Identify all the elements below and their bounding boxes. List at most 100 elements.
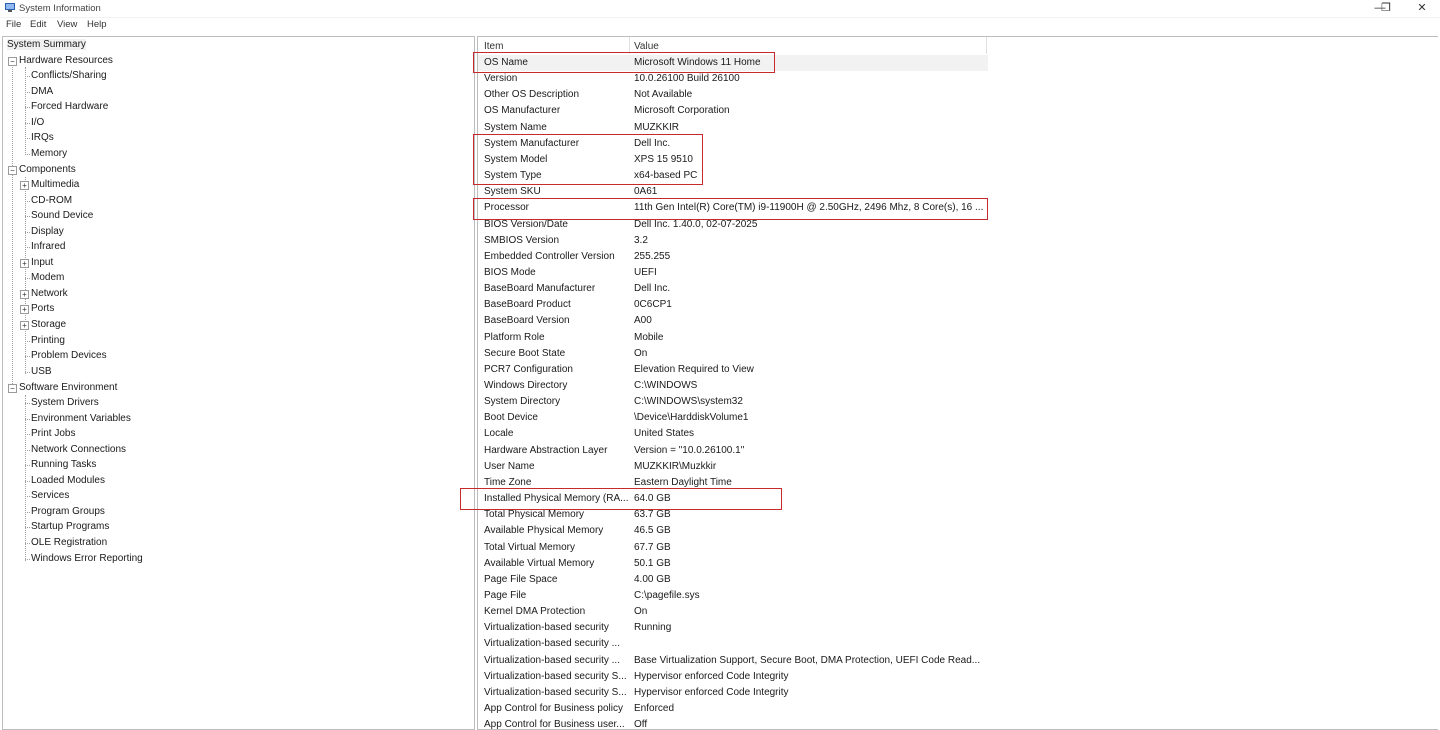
- list-row[interactable]: Secure Boot State On: [478, 346, 988, 362]
- column-divider[interactable]: [986, 37, 987, 54]
- tree-item-startup-programs[interactable]: Startup Programs: [3, 520, 263, 534]
- list-row[interactable]: BIOS Mode UEFI: [478, 265, 988, 281]
- list-row[interactable]: Available Virtual Memory 50.1 GB: [478, 556, 988, 572]
- tree-item-software-environment[interactable]: − Software Environment: [3, 381, 203, 395]
- list-row[interactable]: Virtualization-based security Running: [478, 620, 988, 636]
- list-row[interactable]: App Control for Business user... Off: [478, 717, 988, 729]
- list-row[interactable]: Locale United States: [478, 426, 988, 442]
- tree-item-ole-registration[interactable]: OLE Registration: [3, 536, 263, 550]
- list-row[interactable]: Virtualization-based security S... Hyperv…: [478, 685, 988, 701]
- tree-item-system-drivers[interactable]: System Drivers: [3, 396, 263, 410]
- tree-item-infrared[interactable]: Infrared: [3, 240, 263, 254]
- expand-icon[interactable]: +: [20, 181, 29, 190]
- menu-help[interactable]: Help: [87, 19, 107, 30]
- tree-item-sound-device[interactable]: Sound Device: [3, 209, 263, 223]
- tree-item-input[interactable]: + Input: [3, 256, 263, 270]
- tree-item-network[interactable]: + Network: [3, 287, 263, 301]
- tree-item-running-tasks[interactable]: Running Tasks: [3, 458, 263, 472]
- tree-item-usb[interactable]: USB: [3, 365, 263, 379]
- tree-item-loaded-modules[interactable]: Loaded Modules: [3, 474, 263, 488]
- tree-item-environment-variables[interactable]: Environment Variables: [3, 412, 263, 426]
- tree-item-services[interactable]: Services: [3, 489, 263, 503]
- tree-item-irqs[interactable]: IRQs: [3, 131, 263, 145]
- details-list[interactable]: Item Value OS Name Microsoft Windows 11 H…: [477, 36, 1438, 730]
- expand-icon[interactable]: +: [20, 305, 29, 315]
- list-row[interactable]: Version 10.0.26100 Build 26100: [478, 71, 988, 87]
- column-header-value[interactable]: Value: [634, 41, 659, 52]
- tree-item-cd-rom[interactable]: CD-ROM: [3, 194, 263, 208]
- expand-icon[interactable]: +: [20, 320, 29, 330]
- tree-item-components[interactable]: − Components: [3, 163, 203, 177]
- list-row[interactable]: User Name MUZKKIR\Muzkkir: [478, 459, 988, 475]
- tree-item-i-o[interactable]: I/O: [3, 116, 263, 130]
- list-row[interactable]: Time Zone Eastern Daylight Time: [478, 475, 988, 491]
- tree-item-dma[interactable]: DMA: [3, 85, 263, 99]
- tree-item-system-summary[interactable]: System Summary: [7, 38, 86, 52]
- list-row[interactable]: Virtualization-based security S... Hyperv…: [478, 669, 988, 685]
- list-row[interactable]: BaseBoard Manufacturer Dell Inc.: [478, 281, 988, 297]
- tree-item-modem[interactable]: Modem: [3, 271, 263, 285]
- list-row[interactable]: Page File C:\pagefile.sys: [478, 588, 988, 604]
- list-row[interactable]: Page File Space 4.00 GB: [478, 572, 988, 588]
- tree-item-ports[interactable]: + Ports: [3, 302, 263, 316]
- list-row[interactable]: BIOS Version/Date Dell Inc. 1.40.0, 02-07…: [478, 217, 988, 233]
- column-header-item[interactable]: Item: [484, 41, 503, 52]
- tree-item-hardware-resources[interactable]: − Hardware Resources: [3, 54, 203, 68]
- list-row[interactable]: System Directory C:\WINDOWS\system32: [478, 394, 988, 410]
- list-row[interactable]: App Control for Business policy Enforced: [478, 701, 988, 717]
- list-row[interactable]: Hardware Abstraction Layer Version = "10.…: [478, 443, 988, 459]
- list-row[interactable]: System Name MUZKKIR: [478, 120, 988, 136]
- list-row[interactable]: Installed Physical Memory (RA... 64.0 GB: [478, 491, 988, 507]
- menu-edit[interactable]: Edit: [30, 19, 46, 30]
- list-row[interactable]: PCR7 Configuration Elevation Required to …: [478, 362, 988, 378]
- list-row[interactable]: Embedded Controller Version 255.255: [478, 249, 988, 265]
- expand-icon[interactable]: +: [20, 258, 29, 268]
- list-row[interactable]: Available Physical Memory 46.5 GB: [478, 523, 988, 539]
- list-row[interactable]: Total Virtual Memory 67.7 GB: [478, 540, 988, 556]
- list-row[interactable]: Other OS Description Not Available: [478, 87, 988, 103]
- list-row[interactable]: System Model XPS 15 9510: [478, 152, 988, 168]
- collapse-icon[interactable]: −: [8, 57, 17, 66]
- tree-item-windows-error-reporting[interactable]: Windows Error Reporting: [3, 552, 263, 566]
- column-divider[interactable]: [629, 37, 630, 54]
- list-row[interactable]: BaseBoard Product 0C6CP1: [478, 297, 988, 313]
- list-row[interactable]: Virtualization-based security ...: [478, 636, 988, 652]
- menu-file[interactable]: File: [6, 19, 21, 30]
- tree-item-storage[interactable]: + Storage: [3, 318, 263, 332]
- tree-item-network-connections[interactable]: Network Connections: [3, 443, 263, 457]
- tree-item-conflicts-sharing[interactable]: Conflicts/Sharing: [3, 69, 263, 83]
- list-row[interactable]: Boot Device \Device\HarddiskVolume1: [478, 410, 988, 426]
- tree-item-program-groups[interactable]: Program Groups: [3, 505, 263, 519]
- list-row[interactable]: Processor 11th Gen Intel(R) Core(TM) i9-1…: [478, 200, 988, 216]
- tree-item-print-jobs[interactable]: Print Jobs: [3, 427, 263, 441]
- tree-item-problem-devices[interactable]: Problem Devices: [3, 349, 263, 363]
- tree-line: [25, 496, 30, 498]
- tree-item-printing[interactable]: Printing: [3, 334, 263, 348]
- row-item: OS Name: [484, 57, 528, 68]
- list-row[interactable]: SMBIOS Version 3.2: [478, 233, 988, 249]
- expand-icon[interactable]: +: [20, 289, 29, 299]
- list-row[interactable]: Platform Role Mobile: [478, 330, 988, 346]
- tree-item-display[interactable]: Display: [3, 225, 263, 239]
- list-row[interactable]: OS Name Microsoft Windows 11 Home: [478, 55, 988, 71]
- collapse-icon[interactable]: −: [8, 166, 17, 175]
- collapse-icon[interactable]: −: [8, 384, 17, 393]
- tree-item-forced-hardware[interactable]: Forced Hardware: [3, 100, 263, 114]
- tree-item-memory[interactable]: Memory: [3, 147, 263, 161]
- close-button[interactable]: ✕: [1408, 1, 1436, 15]
- tree-item-multimedia[interactable]: + Multimedia: [3, 178, 263, 192]
- category-tree[interactable]: System Summary − Hardware Resources Conf…: [2, 36, 475, 730]
- tree-line: [25, 247, 30, 249]
- list-row[interactable]: Virtualization-based security ... Base Vi…: [478, 653, 988, 669]
- list-row[interactable]: Total Physical Memory 63.7 GB: [478, 507, 988, 523]
- list-row[interactable]: OS Manufacturer Microsoft Corporation: [478, 103, 988, 119]
- list-row[interactable]: BaseBoard Version A00: [478, 313, 988, 329]
- menu-view[interactable]: View: [57, 19, 77, 30]
- list-row[interactable]: System SKU 0A61: [478, 184, 988, 200]
- list-row[interactable]: System Manufacturer Dell Inc.: [478, 136, 988, 152]
- list-row[interactable]: Kernel DMA Protection On: [478, 604, 988, 620]
- list-row[interactable]: System Type x64-based PC: [478, 168, 988, 184]
- restore-button[interactable]: ❐: [1372, 1, 1400, 15]
- list-row[interactable]: Windows Directory C:\WINDOWS: [478, 378, 988, 394]
- row-value: On: [634, 347, 648, 359]
